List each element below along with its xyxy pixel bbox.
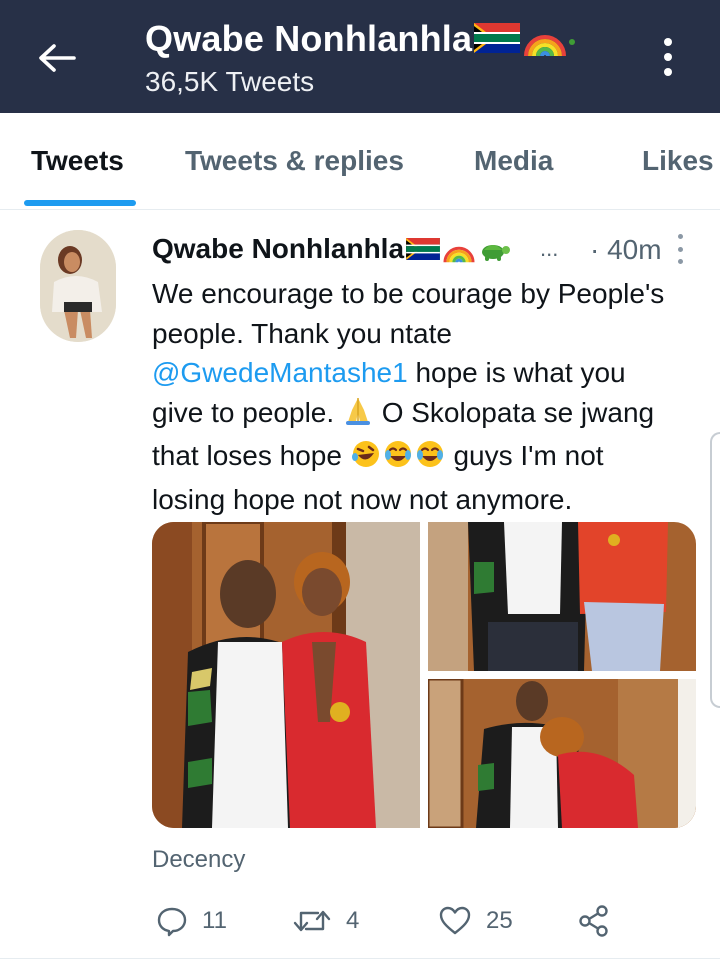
tweet-text-fragment: give to people. <box>152 396 342 428</box>
south-africa-flag-icon <box>474 23 521 53</box>
avatar[interactable] <box>40 230 116 342</box>
tweet-count: 36,5K Tweets <box>145 66 315 97</box>
tweet-text-fragment: hope is what you <box>407 357 626 388</box>
tweet-text-line: @GwedeMantashe1 hope is what you <box>152 353 704 393</box>
reply-icon <box>157 907 187 937</box>
tweet-photo-1[interactable] <box>152 522 420 828</box>
tweet-photo-3[interactable] <box>428 679 696 828</box>
mention-link[interactable]: @GwedeMantashe1 <box>152 357 408 388</box>
tweet-text: We encourage to be courage by People's p… <box>152 274 704 519</box>
overflow-menu-button[interactable] <box>650 34 686 80</box>
tears-of-joy-icon <box>414 439 446 480</box>
rainbow-icon <box>524 35 567 57</box>
tab-tweets-and-replies[interactable]: Tweets & replies <box>185 145 404 177</box>
more-vertical-icon <box>664 38 672 46</box>
divider <box>0 958 720 959</box>
profile-title: Qwabe Nonhlanhla <box>145 18 578 60</box>
rainbow-icon <box>443 246 475 263</box>
tweet-text-line: people. Thank you ntate <box>152 317 452 349</box>
profile-header: Qwabe Nonhlanhla 36,5K Tweets <box>0 0 720 113</box>
reply-count: 11 <box>202 907 227 934</box>
retweet-count: 4 <box>346 907 360 934</box>
tears-of-joy-icon <box>382 439 414 480</box>
retweet-icon <box>293 910 331 932</box>
tweet-text-line: We encourage to be courage by People's <box>152 278 665 309</box>
tweet-author-emojis <box>406 234 512 264</box>
profile-name-emojis <box>474 18 578 58</box>
south-africa-flag-icon <box>406 238 440 260</box>
turtle-icon-partial <box>569 39 576 45</box>
tab-media[interactable]: Media <box>474 145 553 177</box>
tweet-text-fragment: O Skolopata se jwang <box>373 396 655 428</box>
tweet-text-line: that loses hope guys I'm not <box>152 436 704 480</box>
like-button[interactable]: 25 <box>438 898 513 944</box>
tweet-timestamp[interactable]: · 40m <box>590 234 662 266</box>
more-vertical-dot <box>664 68 672 76</box>
profile-tabs: Tweets Tweets & replies Media Likes <box>0 113 720 210</box>
folded-hands-icon <box>342 396 374 437</box>
heart-icon <box>439 906 471 935</box>
like-count: 25 <box>486 907 513 934</box>
profile-name: Qwabe Nonhlanhla <box>145 18 473 59</box>
more-vertical-icon <box>677 234 683 239</box>
tweet-media-grid <box>152 522 696 828</box>
tweet-text-fragment: that loses hope <box>152 440 350 471</box>
retweet-button[interactable]: 4 <box>292 898 359 944</box>
active-tab-indicator <box>24 200 136 206</box>
tweet-author[interactable]: Qwabe Nonhlanhla <box>152 233 512 265</box>
tweet-text-line: give to people. O Skolopata se jwang <box>152 393 704 437</box>
more-vertical-dot <box>664 53 672 61</box>
more-vertical-dot <box>677 246 683 252</box>
arrow-left-icon <box>39 44 76 72</box>
tweet-more-button[interactable] <box>671 234 689 264</box>
share-icon <box>579 905 608 937</box>
tweet-photo-2[interactable] <box>428 522 696 671</box>
back-button[interactable] <box>30 36 82 80</box>
tweet-text-fragment: guys I'm not <box>445 440 604 471</box>
turtle-icon <box>482 245 511 261</box>
tweet-text-line: losing hope not now not anymore. <box>152 483 573 515</box>
tab-likes[interactable]: Likes <box>642 145 714 177</box>
share-button[interactable] <box>578 898 610 944</box>
more-vertical-dot <box>677 259 683 264</box>
tweet-actions: 11 4 25 <box>152 898 712 944</box>
reply-button[interactable]: 11 <box>156 898 227 944</box>
name-truncation: ... <box>540 236 559 261</box>
tweet-author-name: Qwabe Nonhlanhla <box>152 233 405 264</box>
tab-tweets[interactable]: Tweets <box>31 145 124 177</box>
tweet-source-label[interactable]: Decency <box>152 846 245 874</box>
scrollbar-handle[interactable] <box>710 432 720 708</box>
rolling-laughing-icon <box>350 439 382 480</box>
